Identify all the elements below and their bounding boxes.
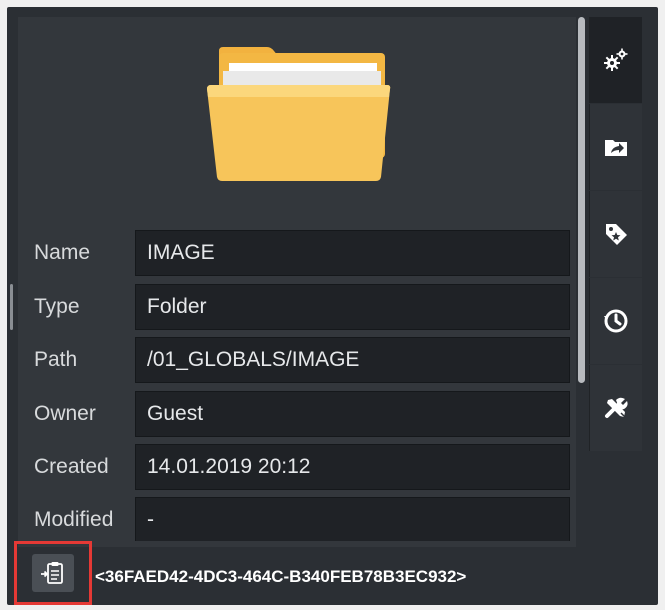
- owner-field[interactable]: Guest: [135, 391, 570, 437]
- modified-field[interactable]: -: [135, 497, 570, 541]
- property-row-type: Type Folder: [29, 284, 570, 330]
- scrollbar-thumb[interactable]: [578, 17, 585, 383]
- name-field[interactable]: IMAGE: [135, 230, 570, 276]
- tab-tools[interactable]: [589, 365, 642, 451]
- history-icon: [604, 309, 628, 333]
- folder-arrow-icon: [605, 140, 627, 156]
- copy-guid-button[interactable]: [14, 541, 92, 605]
- copy-guid-button-face: [32, 554, 74, 592]
- type-field[interactable]: Folder: [135, 284, 570, 330]
- folder-icon: [207, 47, 391, 181]
- property-label: Type: [34, 295, 80, 318]
- property-row-path: Path /01_GLOBALS/IMAGE: [29, 337, 570, 383]
- tools-icon: [605, 397, 628, 418]
- created-field[interactable]: 14.01.2019 20:12: [135, 444, 570, 490]
- property-row-owner: Owner Guest: [29, 391, 570, 437]
- property-label: Path: [34, 348, 78, 371]
- tab-history[interactable]: [589, 278, 642, 364]
- property-row-created: Created 14.01.2019 20:12: [29, 444, 570, 490]
- property-label: Name: [34, 241, 91, 264]
- property-label: Owner: [34, 402, 96, 425]
- insert-clipboard-icon: [41, 562, 63, 584]
- property-row-name: Name IMAGE: [29, 230, 570, 276]
- path-field[interactable]: /01_GLOBALS/IMAGE: [135, 337, 570, 383]
- property-label: Modified: [34, 508, 114, 531]
- tab-tags[interactable]: [589, 191, 642, 277]
- gears-icon: [604, 48, 628, 71]
- property-row-modified: Modified -: [29, 497, 570, 541]
- tab-settings[interactable]: [589, 17, 642, 103]
- object-guid: <36FAED42-4DC3-464C-B340FEB78B3EC932>: [95, 567, 467, 586]
- property-label: Created: [34, 455, 109, 478]
- tag-icon: [606, 224, 627, 245]
- tab-folder[interactable]: [589, 104, 642, 190]
- resize-handle[interactable]: [10, 284, 13, 330]
